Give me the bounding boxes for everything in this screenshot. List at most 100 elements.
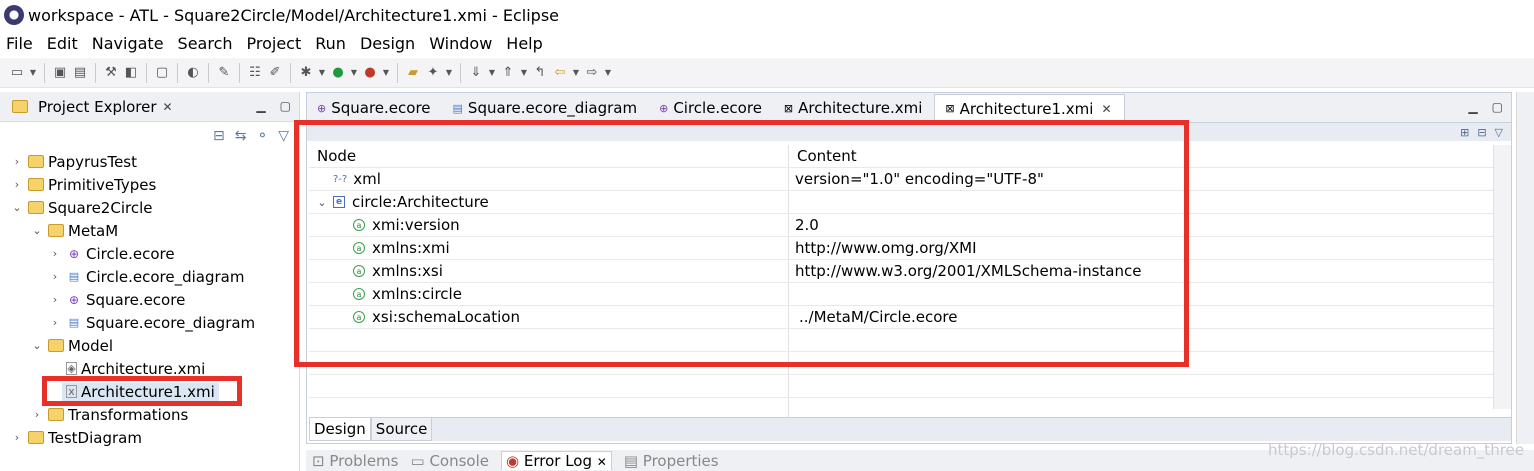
menu-help[interactable]: Help — [506, 34, 542, 53]
chevron-right-icon[interactable]: › — [10, 155, 24, 168]
last-edit-icon[interactable]: ↰ — [531, 64, 549, 82]
chevron-down-icon[interactable]: ▼ — [603, 64, 613, 82]
chevron-right-icon[interactable]: › — [10, 431, 24, 444]
menu-search[interactable]: Search — [178, 34, 233, 53]
tab-square-ecore-diagram[interactable]: ▤ Square.ecore_diagram — [443, 94, 650, 122]
tab-source[interactable]: Source — [370, 417, 433, 441]
tab-error-log[interactable]: ◉ Error Log ✕ — [500, 451, 612, 470]
new-icon[interactable]: ▭ — [8, 64, 26, 82]
grid-row[interactable]: a xmlns:xmi http://www.omg.org/XMI — [309, 237, 1509, 260]
close-icon[interactable]: ✕ — [163, 100, 173, 114]
chevron-right-icon[interactable]: › — [10, 178, 24, 191]
tree-item-primitivetypes[interactable]: › PrimitiveTypes — [0, 173, 299, 196]
forward-icon[interactable]: ⇨ — [583, 64, 601, 82]
grid-row[interactable]: a xmlns:xsi http://www.w3.org/2001/XMLSc… — [309, 260, 1509, 283]
debug-icon[interactable]: ✱ — [297, 64, 315, 82]
tree-item-square2circle[interactable]: ⌄ Square2Circle — [0, 196, 299, 219]
grid-row[interactable]: a xsi:schemaLocation ../MetaM/Circle.eco… — [309, 306, 1509, 329]
tree-item-square-ecore[interactable]: › ⊕ Square.ecore — [0, 288, 299, 311]
minimize-icon[interactable]: ▁ — [1468, 100, 1477, 114]
pencil-icon[interactable]: ✐ — [266, 64, 284, 82]
grid-row[interactable]: a xmlns:circle — [309, 283, 1509, 306]
chevron-right-icon[interactable]: › — [30, 408, 44, 421]
chevron-down-icon[interactable]: ▼ — [349, 64, 359, 82]
chevron-down-icon[interactable]: ⌄ — [10, 201, 24, 214]
collapse-all-icon[interactable]: ⊟ — [213, 128, 225, 144]
tree-selection[interactable]: x Architecture1.xmi — [62, 382, 219, 401]
tree-item-circle-ecore-diagram[interactable]: › ▤ Circle.ecore_diagram — [0, 265, 299, 288]
grid-row[interactable]: a xmi:version 2.0 — [309, 214, 1509, 237]
menu-file[interactable]: File — [6, 34, 33, 53]
tree-item-transformations[interactable]: › Transformations — [0, 403, 299, 426]
editor-scrollbar[interactable] — [1493, 145, 1511, 409]
expand-all-icon[interactable]: ⊞ — [1460, 126, 1469, 139]
grid-content-cell[interactable]: 2.0 — [789, 214, 1509, 236]
next-annotation-icon[interactable]: ⇓ — [467, 64, 485, 82]
menu-edit[interactable]: Edit — [47, 34, 78, 53]
chevron-down-icon[interactable]: ▼ — [28, 64, 38, 82]
pin-icon[interactable]: ✦ — [424, 64, 442, 82]
tab-circle-ecore[interactable]: ⊕ Circle.ecore — [649, 94, 774, 122]
collapse-all-icon[interactable]: ⊟ — [1477, 126, 1486, 139]
tree-item-circle-ecore[interactable]: › ⊕ Circle.ecore — [0, 242, 299, 265]
chevron-down-icon[interactable]: ⌄ — [30, 339, 44, 352]
close-icon[interactable]: ✕ — [1101, 102, 1111, 116]
chevron-right-icon[interactable]: › — [48, 247, 62, 260]
tree-item-testdiagram[interactable]: › TestDiagram — [0, 426, 299, 449]
menu-run[interactable]: Run — [315, 34, 346, 53]
menu-design[interactable]: Design — [360, 34, 415, 53]
hierarchy-icon[interactable]: ☷ — [246, 64, 264, 82]
back-icon[interactable]: ⇦ — [551, 64, 569, 82]
link-with-editor-icon[interactable]: ⇆ — [235, 128, 247, 144]
tree-item-metam[interactable]: ⌄ MetaM — [0, 219, 299, 242]
save-all-icon[interactable]: ▤ — [71, 64, 89, 82]
open-folder-icon[interactable]: ▰ — [404, 64, 422, 82]
grid-content-cell[interactable] — [789, 191, 1509, 213]
filters-icon[interactable]: ⚬ — [256, 128, 268, 144]
run-icon[interactable]: ● — [329, 64, 347, 82]
tab-problems[interactable]: ⊡ Problems — [312, 452, 398, 470]
tree-item-architecture1-xmi[interactable]: x Architecture1.xmi — [0, 380, 299, 403]
maximize-icon[interactable]: ▢ — [1492, 100, 1503, 114]
grid-content-cell[interactable]: version="1.0" encoding="UTF-8" — [789, 168, 1509, 190]
tree-item-architecture-xmi[interactable]: ◈ Architecture.xmi — [0, 357, 299, 380]
column-header-node[interactable]: Node — [309, 145, 789, 167]
tab-architecture1-xmi[interactable]: ⊠ Architecture1.xmi ✕ — [934, 94, 1125, 122]
wizard-icon[interactable]: ✎ — [215, 64, 233, 82]
close-icon[interactable]: ✕ — [597, 455, 607, 469]
chevron-down-icon[interactable]: ▼ — [571, 64, 581, 82]
tree-item-model[interactable]: ⌄ Model — [0, 334, 299, 357]
clipboard-icon[interactable]: ◧ — [122, 64, 140, 82]
tab-design[interactable]: Design — [309, 417, 371, 441]
prev-annotation-icon[interactable]: ⇑ — [499, 64, 517, 82]
grid-content-cell[interactable] — [789, 283, 1509, 305]
chevron-down-icon[interactable]: ⌄ — [30, 224, 44, 237]
tab-console[interactable]: ▭ Console — [410, 452, 489, 470]
maximize-icon[interactable]: ▢ — [280, 99, 291, 113]
menu-navigate[interactable]: Navigate — [92, 34, 164, 53]
terminal-icon[interactable]: ▢ — [153, 64, 171, 82]
tree-item-papyrustest[interactable]: › PapyrusTest — [0, 150, 299, 173]
grid-content-cell[interactable]: ../MetaM/Circle.ecore — [789, 306, 1509, 328]
tab-properties[interactable]: ▤ Properties — [624, 452, 719, 470]
menu-project[interactable]: Project — [247, 34, 302, 53]
column-header-content[interactable]: Content — [789, 145, 1509, 167]
minimize-icon[interactable]: ▁ — [256, 99, 265, 113]
build-icon[interactable]: ⚒ — [102, 64, 120, 82]
chevron-down-icon[interactable]: ▼ — [381, 64, 391, 82]
project-explorer-title[interactable]: Project Explorer — [38, 98, 157, 116]
chevron-down-icon[interactable]: ⌄ — [315, 196, 329, 209]
tree-item-square-ecore-diagram[interactable]: › ▤ Square.ecore_diagram — [0, 311, 299, 334]
chevron-down-icon[interactable]: ▼ — [444, 64, 454, 82]
menu-window[interactable]: Window — [429, 34, 492, 53]
chevron-down-icon[interactable]: ▼ — [487, 64, 497, 82]
grid-content-cell[interactable]: http://www.w3.org/2001/XMLSchema-instanc… — [789, 260, 1509, 282]
atl-icon[interactable]: ◐ — [184, 64, 202, 82]
save-icon[interactable]: ▣ — [51, 64, 69, 82]
view-menu-icon[interactable]: ▽ — [1495, 126, 1503, 139]
chevron-right-icon[interactable]: › — [48, 316, 62, 329]
chevron-down-icon[interactable]: ▼ — [519, 64, 529, 82]
chevron-down-icon[interactable]: ▼ — [317, 64, 327, 82]
external-tools-icon[interactable]: ● — [361, 64, 379, 82]
chevron-right-icon[interactable]: › — [48, 293, 62, 306]
